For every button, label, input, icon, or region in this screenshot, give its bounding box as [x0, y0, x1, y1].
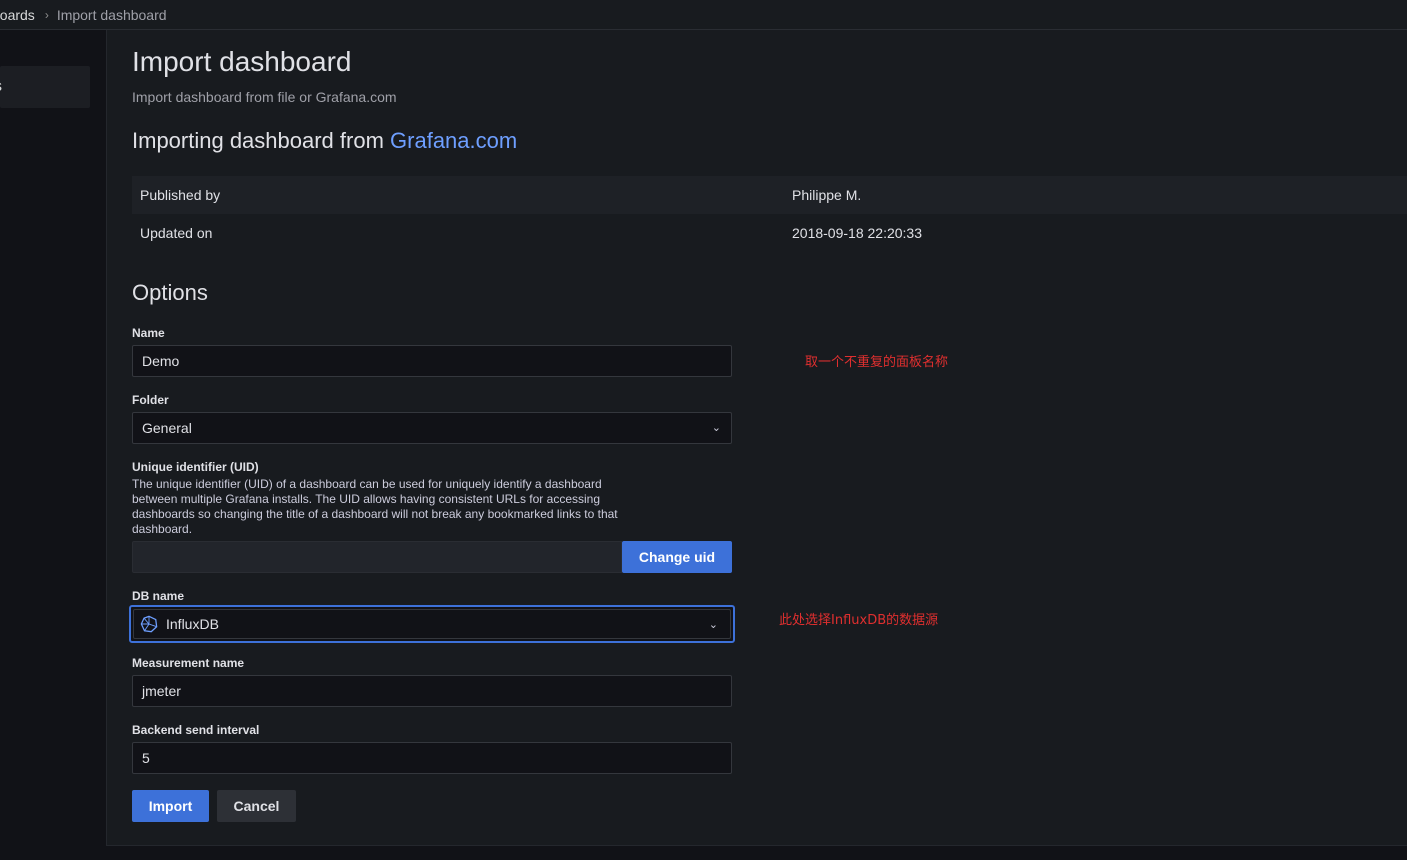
importing-prefix: Importing dashboard from	[132, 128, 391, 153]
updated-on-value: 2018-09-18 22:20:33	[792, 225, 922, 241]
uid-input[interactable]	[132, 541, 622, 573]
page-subtitle: Import dashboard from file or Grafana.co…	[132, 89, 397, 105]
db-name-label: DB name	[132, 589, 185, 603]
sidebar-item-active[interactable]: s	[0, 66, 90, 108]
db-name-select[interactable]: InfluxDB ⌄	[129, 605, 735, 643]
uid-label: Unique identifier (UID)	[132, 460, 259, 474]
folder-label: Folder	[132, 393, 169, 407]
table-row: Published by Philippe M.	[132, 176, 1407, 214]
db-name-select-box: InfluxDB ⌄	[133, 609, 731, 639]
breadcrumb-dashboards-link[interactable]: boards	[0, 7, 35, 23]
interval-label: Backend send interval	[132, 723, 260, 737]
uid-description: The unique identifier (UID) of a dashboa…	[132, 477, 618, 536]
db-annotation: 此处选择InfluxDB的数据源	[779, 613, 939, 628]
cancel-button[interactable]: Cancel	[217, 790, 296, 822]
breadcrumb-current: Import dashboard	[56, 6, 167, 23]
options-heading: Options	[132, 280, 208, 305]
name-annotation: 取一个不重复的面板名称	[805, 355, 949, 370]
published-by-label: Published by	[140, 187, 221, 203]
influxdb-icon	[140, 615, 158, 633]
breadcrumb-separator: ›	[44, 7, 49, 22]
top-navbar: boards › Import dashboard	[0, 0, 1407, 30]
name-input[interactable]: Demo	[132, 345, 732, 377]
change-uid-button[interactable]: Change uid	[622, 541, 732, 573]
db-name-select-value: InfluxDB	[166, 616, 219, 632]
table-row: Updated on 2018-09-18 22:20:33	[132, 214, 1407, 252]
dashboard-info-table: Published by Philippe M. Updated on 2018…	[132, 176, 1407, 252]
name-label: Name	[132, 326, 165, 340]
page-title: Import dashboard	[132, 46, 352, 77]
main-panel: Import dashboard Import dashboard from f…	[106, 30, 1407, 846]
updated-on-label: Updated on	[140, 225, 213, 241]
sidebar-item-label: s	[0, 78, 2, 95]
measurement-input[interactable]: jmeter	[132, 675, 732, 707]
measurement-label: Measurement name	[132, 656, 245, 670]
interval-input[interactable]: 5	[132, 742, 732, 774]
sidebar: s	[0, 30, 106, 860]
grafana-com-link[interactable]: Grafana.com	[390, 128, 517, 153]
chevron-down-icon: ⌄	[711, 422, 721, 434]
folder-select[interactable]: General ⌄	[132, 412, 732, 444]
import-button[interactable]: Import	[132, 790, 209, 822]
folder-select-value: General	[142, 420, 192, 436]
published-by-value: Philippe M.	[792, 187, 862, 203]
importing-heading: Importing dashboard from Grafana.com	[132, 128, 517, 154]
chevron-down-icon: ⌄	[708, 619, 718, 631]
